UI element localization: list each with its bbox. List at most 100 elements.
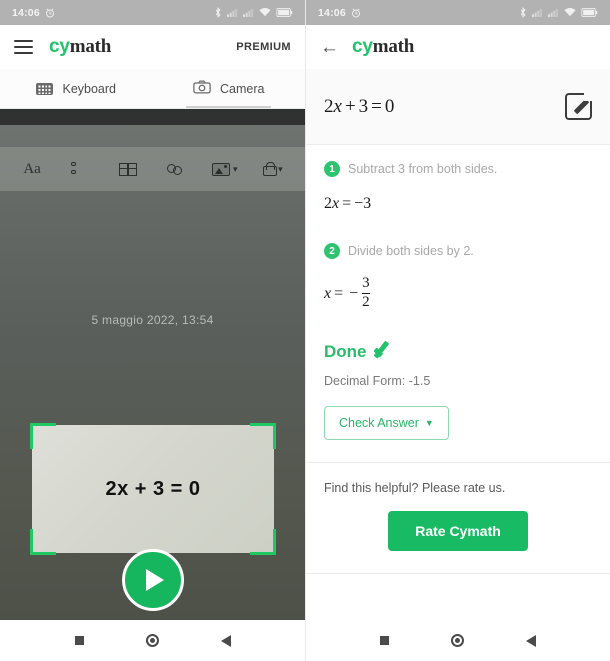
step-header: 2 Divide both sides by 2. <box>324 243 592 259</box>
link-icon <box>153 163 201 176</box>
home-circle-icon[interactable] <box>451 634 464 647</box>
scan-corner-top-right <box>250 423 276 449</box>
step-minus: − <box>349 285 359 303</box>
scan-frame: 2x + 3 = 0 <box>30 423 276 555</box>
step-equals: = <box>334 285 344 303</box>
problem-equation: 2x +3 = 0 <box>324 96 394 118</box>
problem-variable: x <box>333 95 342 117</box>
step-number-badge: 2 <box>324 243 340 259</box>
tab-keyboard-label: Keyboard <box>62 81 116 96</box>
camera-top-strip <box>0 109 305 125</box>
camera-viewport[interactable]: Aa ▾ ▾ 5 maggio 2022, 13:54 2x + 3 = 0 <box>0 109 305 621</box>
step-equals: = <box>342 195 352 212</box>
step-result: −3 <box>354 195 372 212</box>
bluetooth-icon <box>519 7 527 18</box>
status-time: 14:06 <box>12 6 40 19</box>
hamburger-icon[interactable] <box>14 40 33 54</box>
signal-icon <box>227 8 238 17</box>
premium-button[interactable]: PREMIUM <box>236 41 291 53</box>
problem-rhs: 0 <box>384 95 395 117</box>
step-fraction: 32 <box>362 275 370 311</box>
left-phone-panel: 14:06 cymath PREMIUM Keyboard Camera Aa … <box>0 0 305 661</box>
done-row: Done <box>324 342 592 362</box>
camera-scene: Aa ▾ ▾ 5 maggio 2022, 13:54 2x + 3 = 0 <box>0 125 305 621</box>
status-bar-left: 14:06 <box>0 0 305 25</box>
back-triangle-icon[interactable] <box>220 634 231 647</box>
tab-camera-label: Camera <box>220 81 265 96</box>
problem-equals: = <box>371 95 382 117</box>
table-icon <box>104 162 152 176</box>
wifi-icon <box>564 8 576 17</box>
green-check-icon <box>373 342 399 362</box>
logo-math: math <box>372 36 415 57</box>
scan-corner-bottom-right <box>250 529 276 555</box>
app-bar-right: ← cymath <box>306 25 610 69</box>
document-toolbar-in-scene: Aa ▾ ▾ <box>0 147 305 191</box>
status-bar-right: 14:06 <box>306 0 610 25</box>
check-answer-label: Check Answer <box>339 415 419 430</box>
step-number-badge: 1 <box>324 161 340 177</box>
signal-icon <box>532 8 543 17</box>
back-triangle-icon[interactable] <box>526 634 536 647</box>
alarm-icon <box>351 8 361 18</box>
problem-bar: 2x +3 = 0 <box>306 69 610 145</box>
cymath-logo: cymath <box>49 36 111 58</box>
bluetooth-icon <box>214 7 222 18</box>
check-answer-button[interactable]: Check Answer ▼ <box>324 405 449 440</box>
text-format-icon: Aa <box>23 160 41 177</box>
android-nav-bar-right <box>306 620 610 661</box>
play-triangle-icon <box>146 569 164 591</box>
logo-math: math <box>69 36 112 57</box>
step-description: Divide both sides by 2. <box>348 244 474 258</box>
keyboard-icon <box>36 82 54 95</box>
rate-cymath-button[interactable]: Rate Cymath <box>388 510 528 551</box>
signal-icon <box>548 8 559 17</box>
capture-button[interactable] <box>121 549 184 611</box>
right-phone-panel: 14:06 ← cymath 2x + 3 = 0 1 Subtract 3 f… <box>305 0 610 661</box>
solution-step: 2 Divide both sides by 2. x = −3 2 <box>324 243 592 312</box>
step-equation: x = −3 2 <box>324 275 592 312</box>
home-circle-icon[interactable] <box>145 634 159 647</box>
fraction-denominator: 2 <box>362 294 370 311</box>
android-nav-bar-left <box>0 620 305 661</box>
rate-section: Find this helpful? Please rate us. Rate … <box>306 461 610 574</box>
recents-square-icon[interactable] <box>74 636 84 645</box>
lock-icon: ▾ <box>249 162 297 176</box>
rate-prompt: Find this helpful? Please rate us. <box>324 480 506 495</box>
app-bar-left: cymath PREMIUM <box>0 25 305 69</box>
solution-step: 1 Subtract 3 from both sides. 2x = −3 <box>324 161 592 213</box>
status-time: 14:06 <box>318 6 346 19</box>
step-coefficient: 2 <box>324 195 332 212</box>
problem-constant: 3 <box>358 95 369 117</box>
solution-steps: 1 Subtract 3 from both sides. 2x = −3 2 Di… <box>306 145 610 440</box>
problem-coefficient: 2 <box>324 95 334 117</box>
tab-camera[interactable]: Camera <box>153 69 306 108</box>
status-icons-right <box>519 7 598 18</box>
wifi-icon <box>259 8 271 17</box>
image-icon: ▾ <box>201 162 249 176</box>
bullet-list-icon <box>56 161 104 176</box>
alarm-icon <box>45 8 55 18</box>
recents-square-icon[interactable] <box>380 636 389 645</box>
decimal-form-label: Decimal Form: -1.5 <box>324 373 431 388</box>
tab-keyboard[interactable]: Keyboard <box>0 69 153 108</box>
edit-pencil-icon[interactable] <box>565 88 597 120</box>
scanned-equation: 2x + 3 = 0 <box>105 477 201 500</box>
dual-phone-screenshot: 14:06 cymath PREMIUM Keyboard Camera Aa … <box>0 0 610 661</box>
battery-icon <box>581 8 598 17</box>
logo-cy: cy <box>352 36 373 57</box>
fraction-numerator: 3 <box>362 275 370 291</box>
status-icons-left <box>214 7 293 18</box>
camera-icon <box>193 80 211 97</box>
problem-plus: + <box>344 95 356 117</box>
scan-corner-top-left <box>30 423 56 449</box>
scan-corner-bottom-left <box>30 529 56 555</box>
logo-cy: cy <box>49 36 70 57</box>
chevron-down-icon: ▼ <box>424 417 434 428</box>
cymath-logo: cymath <box>352 36 414 58</box>
back-arrow-icon[interactable]: ← <box>320 38 340 57</box>
step-header: 1 Subtract 3 from both sides. <box>324 161 592 177</box>
scanned-paper: 2x + 3 = 0 <box>32 425 274 553</box>
done-label: Done <box>324 341 367 361</box>
step-equation: 2x = −3 <box>324 195 592 213</box>
